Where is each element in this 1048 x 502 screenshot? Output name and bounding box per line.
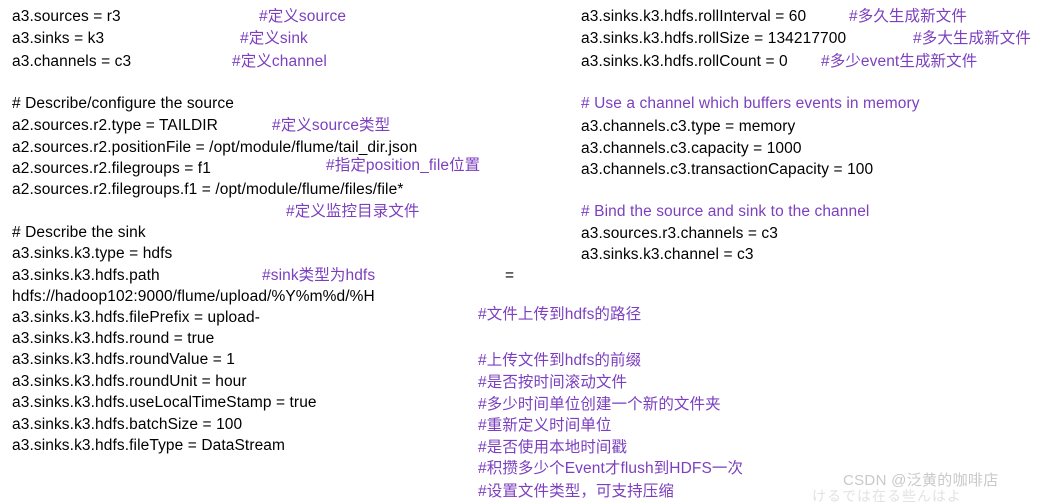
watermark-ghost-text: けるでは在る些んはよ <box>812 488 962 502</box>
floating-comment-fc7: #积攒多少个Event才flush到HDFS一次 <box>478 460 744 477</box>
config-line-l10: # Describe the sink <box>12 224 146 241</box>
config-line-r10: a3.sinks.k3.channel = c3 <box>581 246 754 263</box>
floating-comment-fc8: #设置文件类型，可支持压缩 <box>478 483 674 500</box>
config-line-l17: a3.sinks.k3.hdfs.roundUnit = hour <box>12 373 247 390</box>
floating-comment-fc3: #是否按时间滚动文件 <box>478 374 628 391</box>
config-line-r4: # Use a channel which buffers events in … <box>581 95 920 112</box>
config-line-l18: a3.sinks.k3.hdfs.useLocalTimeStamp = tru… <box>12 394 317 411</box>
config-line-r2: a3.sinks.k3.hdfs.rollSize = 134217700 <box>581 30 847 47</box>
config-line-l2: a3.sinks = k3 <box>12 30 105 47</box>
config-comment-l2: #定义sink <box>240 30 308 47</box>
config-comment-r1: #多久生成新文件 <box>849 8 967 25</box>
config-line-r6: a3.channels.c3.capacity = 1000 <box>581 140 802 157</box>
floating-comment-fc1: #文件上传到hdfs的路径 <box>478 306 642 323</box>
config-line-l11: a3.sinks.k3.type = hdfs <box>12 245 173 262</box>
config-line-l12: a3.sinks.k3.hdfs.path <box>12 267 160 284</box>
config-line-l5: a2.sources.r2.type = TAILDIR <box>12 117 218 134</box>
floating-comment-fc5: #重新定义时间单位 <box>478 417 612 434</box>
config-comment-l9: #定义监控目录文件 <box>286 203 420 220</box>
config-line-l3: a3.channels = c3 <box>12 53 132 70</box>
hdfs-path-equals: = <box>505 267 515 284</box>
floating-comment-fc4: #多少时间单位创建一个新的文件夹 <box>478 396 721 413</box>
config-line-l14: a3.sinks.k3.hdfs.filePrefix = upload- <box>12 309 260 326</box>
config-line-r9: a3.sources.r3.channels = c3 <box>581 225 778 242</box>
floating-comment-fc2: #上传文件到hdfs的前缀 <box>478 352 642 369</box>
config-line-r5: a3.channels.c3.type = memory <box>581 118 796 135</box>
config-comment-r2: #多大生成新文件 <box>913 30 1031 47</box>
screenshot-canvas: a3.sources = r3 #定义source a3.sinks = k3 #定义… <box>0 0 1048 502</box>
config-line-l8: a2.sources.r2.filegroups.f1 = /opt/modul… <box>12 181 404 198</box>
floating-comment-fc6: #是否使用本地时间戳 <box>478 439 628 456</box>
config-comment-l3: #定义channel <box>232 53 327 70</box>
config-comment-l5: #定义source类型 <box>272 117 391 134</box>
config-comment-l1: #定义source <box>259 8 347 25</box>
config-line-l19: a3.sinks.k3.hdfs.batchSize = 100 <box>12 416 243 433</box>
config-line-l7: a2.sources.r2.filegroups = f1 <box>12 160 211 177</box>
csdn-watermark: CSDN @泛黄的咖啡店 <box>843 472 999 489</box>
config-line-r3: a3.sinks.k3.hdfs.rollCount = 0 <box>581 53 788 70</box>
config-line-l13: hdfs://hadoop102:9000/flume/upload/%Y%m%… <box>12 288 375 305</box>
config-line-l20: a3.sinks.k3.hdfs.fileType = DataStream <box>12 437 286 454</box>
config-line-l1: a3.sources = r3 <box>12 8 121 25</box>
config-line-r7: a3.channels.c3.transactionCapacity = 100 <box>581 161 874 178</box>
config-line-l4: # Describe/configure the source <box>12 95 234 112</box>
config-comment-r3: #多少event生成新文件 <box>821 53 978 70</box>
config-line-r8: # Bind the source and sink to the channe… <box>581 203 870 220</box>
config-line-l15: a3.sinks.k3.hdfs.round = true <box>12 330 215 347</box>
config-line-r1: a3.sinks.k3.hdfs.rollInterval = 60 <box>581 8 807 25</box>
config-comment-l7: #指定position_file位置 <box>326 157 481 174</box>
config-comment-l12: #sink类型为hdfs <box>262 267 376 284</box>
config-line-l16: a3.sinks.k3.hdfs.roundValue = 1 <box>12 351 235 368</box>
config-line-l6: a2.sources.r2.positionFile = /opt/module… <box>12 139 418 156</box>
